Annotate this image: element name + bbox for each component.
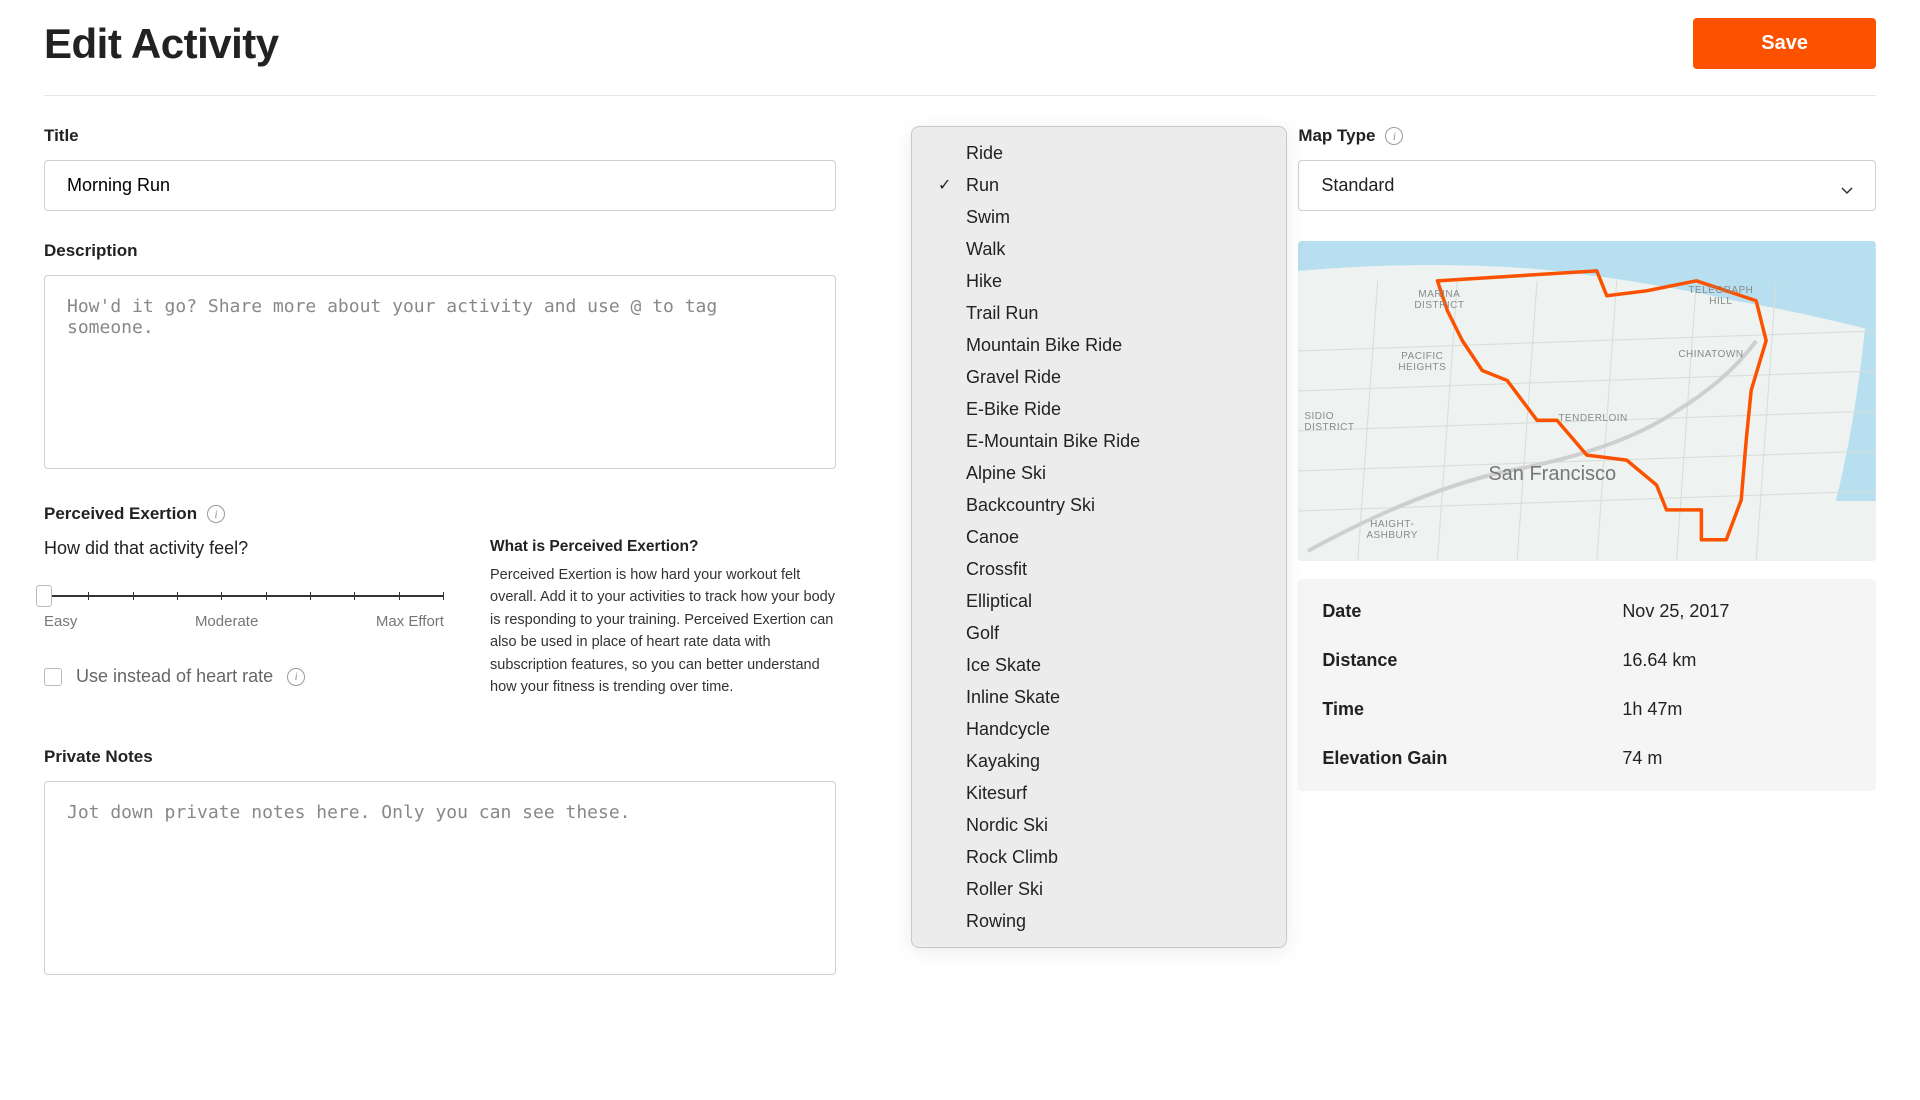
exertion-question: How did that activity feel? — [44, 538, 444, 559]
exertion-label: Perceived Exertion i — [44, 504, 836, 524]
stat-date-value: Nov 25, 2017 — [1622, 601, 1729, 622]
map-area-label: SIDIODISTRICT — [1304, 411, 1354, 433]
stat-elev-value: 74 m — [1622, 748, 1662, 769]
map-area-label: TELEGRAPH HILL — [1688, 285, 1753, 307]
info-icon[interactable]: i — [1385, 127, 1403, 145]
sport-option[interactable]: E-Bike Ride — [912, 393, 1286, 425]
map-type-select[interactable]: Standard — [1298, 160, 1876, 211]
map-area-label: CHINATOWN — [1678, 349, 1743, 360]
sport-option[interactable]: Backcountry Ski — [912, 489, 1286, 521]
stat-distance-value: 16.64 km — [1622, 650, 1696, 671]
exertion-help-title: What is Perceived Exertion? — [490, 538, 836, 556]
page-header: Edit Activity Save — [44, 0, 1876, 96]
sport-option[interactable]: Run — [912, 169, 1286, 201]
sport-option[interactable]: Rock Climb — [912, 841, 1286, 873]
exertion-slider[interactable] — [44, 585, 444, 607]
sport-option[interactable]: Hike — [912, 265, 1286, 297]
sport-option[interactable]: Canoe — [912, 521, 1286, 553]
page-title: Edit Activity — [44, 20, 279, 68]
map-city-label: San Francisco — [1488, 463, 1616, 486]
sport-option[interactable]: Alpine Ski — [912, 457, 1286, 489]
sport-option[interactable]: Rowing — [912, 905, 1286, 937]
info-icon[interactable]: i — [207, 505, 225, 523]
map-area-label: MARINA DISTRICT — [1414, 289, 1464, 311]
sport-option[interactable]: Walk — [912, 233, 1286, 265]
save-button[interactable]: Save — [1693, 18, 1876, 69]
sport-option[interactable]: Roller Ski — [912, 873, 1286, 905]
description-label: Description — [44, 241, 836, 261]
sport-option[interactable]: Nordic Ski — [912, 809, 1286, 841]
title-label: Title — [44, 126, 836, 146]
map-area-label: TENDERLOIN — [1558, 413, 1627, 424]
sport-option[interactable]: Elliptical — [912, 585, 1286, 617]
sport-option[interactable]: Crossfit — [912, 553, 1286, 585]
stat-distance-label: Distance — [1322, 650, 1622, 671]
sport-option[interactable]: Swim — [912, 201, 1286, 233]
stat-time-label: Time — [1322, 699, 1622, 720]
sport-option[interactable]: Kitesurf — [912, 777, 1286, 809]
info-icon[interactable]: i — [287, 668, 305, 686]
chevron-down-icon — [1841, 180, 1853, 192]
sport-type-dropdown[interactable]: RideRunSwimWalkHikeTrail RunMountain Bik… — [911, 126, 1287, 948]
sport-option[interactable]: Gravel Ride — [912, 361, 1286, 393]
private-notes-textarea[interactable] — [44, 781, 836, 975]
sport-option[interactable]: Golf — [912, 617, 1286, 649]
stat-elev-label: Elevation Gain — [1322, 748, 1622, 769]
route-map[interactable]: MARINA DISTRICT TELEGRAPH HILL PACIFIC H… — [1298, 241, 1876, 561]
map-area-label: HAIGHT- ASHBURY — [1366, 519, 1418, 541]
sport-option[interactable]: Ride — [912, 137, 1286, 169]
sport-option[interactable]: Trail Run — [912, 297, 1286, 329]
slider-scale-labels: Easy Moderate Max Effort — [44, 613, 444, 630]
sport-option[interactable]: Mountain Bike Ride — [912, 329, 1286, 361]
sport-option[interactable]: Kayaking — [912, 745, 1286, 777]
sport-option[interactable]: Inline Skate — [912, 681, 1286, 713]
sport-option[interactable]: E-Mountain Bike Ride — [912, 425, 1286, 457]
exertion-help-text: Perceived Exertion is how hard your work… — [490, 564, 836, 699]
stat-date-label: Date — [1322, 601, 1622, 622]
sport-option[interactable]: Ice Skate — [912, 649, 1286, 681]
map-area-label: PACIFIC HEIGHTS — [1398, 351, 1446, 373]
map-type-label: Map Type i — [1298, 126, 1876, 146]
heart-rate-checkbox-label: Use instead of heart rate — [76, 666, 273, 687]
stat-time-value: 1h 47m — [1622, 699, 1682, 720]
description-textarea[interactable] — [44, 275, 836, 469]
heart-rate-checkbox[interactable] — [44, 668, 62, 686]
activity-stats: DateNov 25, 2017 Distance16.64 km Time1h… — [1298, 579, 1876, 791]
sport-option[interactable]: Handcycle — [912, 713, 1286, 745]
private-notes-label: Private Notes — [44, 747, 836, 767]
title-input[interactable] — [44, 160, 836, 211]
slider-handle[interactable] — [36, 585, 52, 607]
